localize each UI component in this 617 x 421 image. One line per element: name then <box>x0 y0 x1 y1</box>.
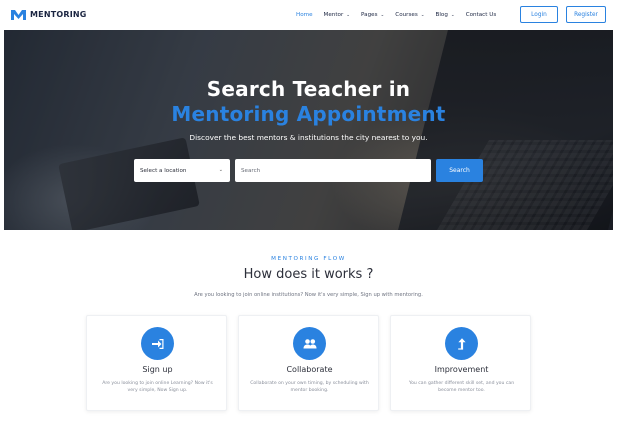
card-title: Collaborate <box>286 365 333 374</box>
hero-banner: Search Teacher in Mentoring Appointment … <box>4 30 613 230</box>
search-button[interactable]: Search <box>436 159 483 182</box>
nav-label: Contact Us <box>465 12 497 18</box>
section-description: Are you looking to join online instituti… <box>194 292 423 298</box>
hero-title: Search Teacher in <box>206 77 411 101</box>
nav-label: Mentor <box>323 12 344 18</box>
flow-card-improvement: Improvement You can gather different ski… <box>390 315 531 411</box>
chevron-down-icon: ⌄ <box>218 167 223 173</box>
main-nav: Home Mentor ⌄ Pages ⌄ Courses ⌄ Blog ⌄ C… <box>296 0 507 30</box>
flow-card-collaborate: Collaborate Collaborate on your own timi… <box>238 315 379 411</box>
nav-label: Home <box>296 12 313 18</box>
nav-item-blog[interactable]: Blog ⌄ <box>436 12 455 18</box>
card-text: Collaborate on your own timing, by sched… <box>250 381 369 393</box>
card-title: Sign up <box>142 365 173 374</box>
hero-content: Search Teacher in Mentoring Appointment … <box>4 30 613 230</box>
logo-text: MENTORING <box>30 10 87 19</box>
nav-label: Courses <box>395 12 418 18</box>
location-select-value: Select a location <box>140 167 187 174</box>
card-text: You can gather different skill set, and … <box>408 381 515 393</box>
card-text: Are you looking to join online Learning?… <box>102 381 213 393</box>
nav-label: Blog <box>435 12 448 18</box>
nav-item-mentor[interactable]: Mentor ⌄ <box>324 12 351 18</box>
nav-item-courses[interactable]: Courses ⌄ <box>395 12 424 18</box>
search-input[interactable] <box>235 159 431 182</box>
nav-item-pages[interactable]: Pages ⌄ <box>361 12 384 18</box>
arrow-up-icon <box>445 327 478 360</box>
card-title: Improvement <box>434 365 489 374</box>
login-button[interactable]: Login <box>520 6 558 23</box>
users-icon <box>293 327 326 360</box>
hero-subtitle: Mentoring Appointment <box>171 102 446 126</box>
sign-in-icon <box>141 327 174 360</box>
nav-label: Pages <box>361 12 378 18</box>
chevron-down-icon: ⌄ <box>420 12 425 18</box>
location-select[interactable]: Select a location ⌄ <box>134 159 230 182</box>
flow-card-sign-up: Sign up Are you looking to join online L… <box>86 315 227 411</box>
chevron-down-icon: ⌄ <box>380 12 385 18</box>
nav-item-contact[interactable]: Contact Us <box>466 12 497 18</box>
chevron-down-icon: ⌄ <box>346 12 351 18</box>
chevron-down-icon: ⌄ <box>450 12 455 18</box>
section-eyebrow: MENTORING FLOW <box>271 256 346 262</box>
section-title: How does it works ? <box>243 267 374 282</box>
logo-mark-icon <box>11 10 26 20</box>
logo[interactable]: MENTORING <box>10 8 87 21</box>
hero-description: Discover the best mentors & institutions… <box>189 133 428 142</box>
register-button[interactable]: Register <box>566 6 606 23</box>
nav-item-home[interactable]: Home <box>296 12 313 18</box>
site-header: MENTORING Home Mentor ⌄ Pages ⌄ Courses … <box>0 0 617 30</box>
